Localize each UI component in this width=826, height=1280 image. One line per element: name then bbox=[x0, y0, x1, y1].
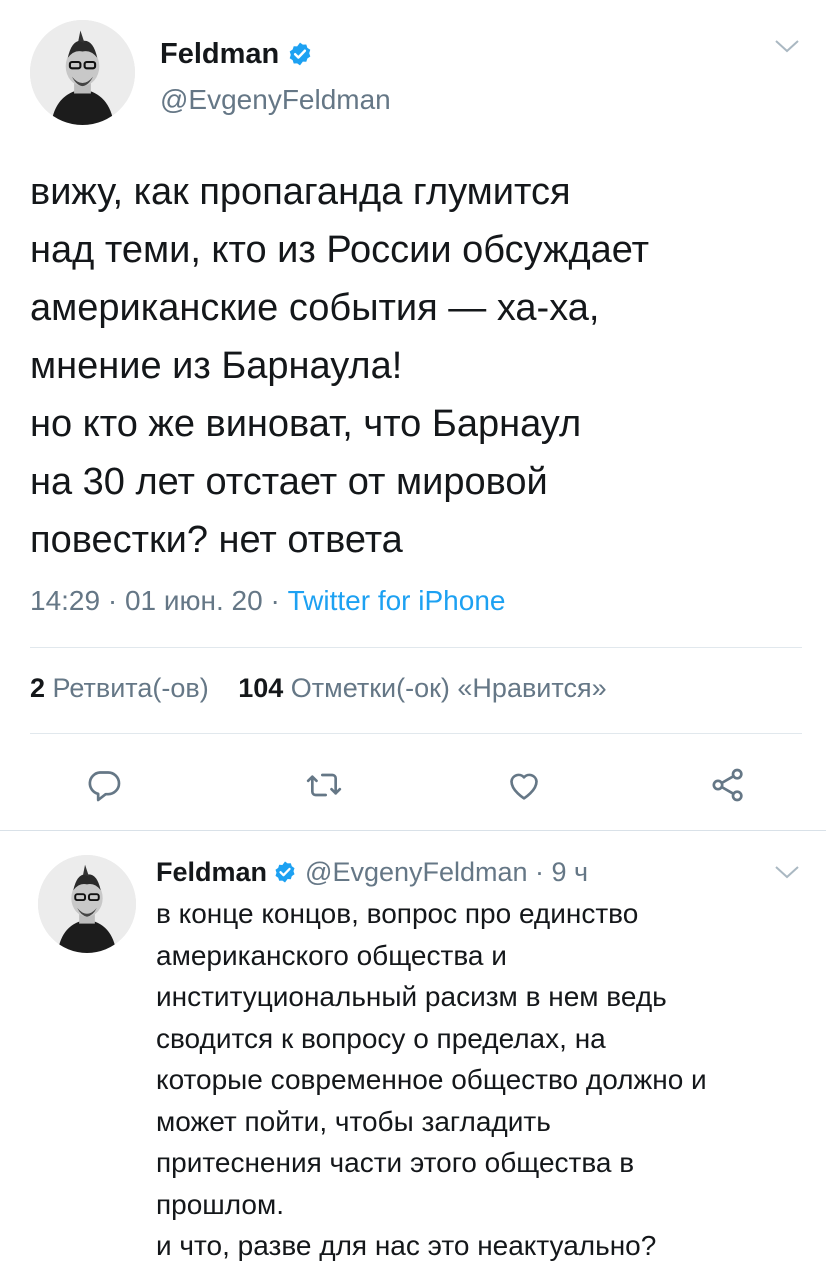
likes-stat[interactable]: 104 Отметки(-ок) «Нравится» bbox=[238, 673, 606, 703]
verified-badge-icon bbox=[287, 41, 313, 67]
display-name[interactable]: Feldman bbox=[156, 857, 267, 888]
likes-count: 104 bbox=[238, 673, 284, 703]
avatar[interactable] bbox=[30, 20, 135, 125]
display-name[interactable]: Feldman bbox=[160, 38, 279, 71]
reply-header: Feldman @EvgenyFeldman · 9 ч bbox=[156, 852, 588, 892]
reply-icon[interactable] bbox=[76, 757, 132, 813]
handle-and-time[interactable]: @EvgenyFeldman · 9 ч bbox=[305, 857, 588, 888]
retweets-count: 2 bbox=[30, 673, 46, 703]
heart-icon[interactable] bbox=[496, 757, 552, 813]
likes-label: Отметки(-ок) «Нравится» bbox=[290, 673, 607, 703]
retweet-icon[interactable] bbox=[296, 757, 352, 813]
reply-text: в конце концов, вопрос про единство амер… bbox=[156, 898, 707, 1261]
retweets-label: Ретвита(-ов) bbox=[52, 673, 209, 703]
author-name-row[interactable]: Feldman bbox=[160, 34, 313, 74]
chevron-down-icon[interactable] bbox=[774, 864, 800, 884]
meta-separator: · bbox=[107, 585, 118, 616]
avatar[interactable] bbox=[38, 855, 136, 953]
avatar-photo bbox=[38, 855, 136, 953]
meta-separator: · bbox=[270, 585, 280, 616]
tweet-source-link[interactable]: Twitter for iPhone bbox=[288, 585, 506, 616]
tweet-time: 14:29 bbox=[30, 585, 101, 616]
avatar-photo bbox=[30, 20, 135, 125]
handle[interactable]: @EvgenyFeldman bbox=[160, 84, 391, 116]
retweets-stat[interactable]: 2 Ретвита(-ов) bbox=[30, 673, 216, 703]
divider bbox=[30, 733, 802, 734]
divider bbox=[0, 830, 826, 831]
tweet-stats: 2 Ретвита(-ов) 104 Отметки(-ок) «Нравитс… bbox=[30, 673, 607, 704]
tweet-meta: 14:29 · 01 июн. 20 · Twitter for iPhone bbox=[30, 585, 505, 617]
share-icon[interactable] bbox=[700, 757, 756, 813]
tweet-date: 01 июн. 20 bbox=[124, 585, 263, 616]
chevron-down-icon[interactable] bbox=[774, 38, 800, 58]
verified-badge-icon bbox=[273, 860, 297, 884]
tweet-text: вижу, как пропаганда глумится над теми, … bbox=[30, 171, 650, 561]
divider bbox=[30, 647, 802, 648]
